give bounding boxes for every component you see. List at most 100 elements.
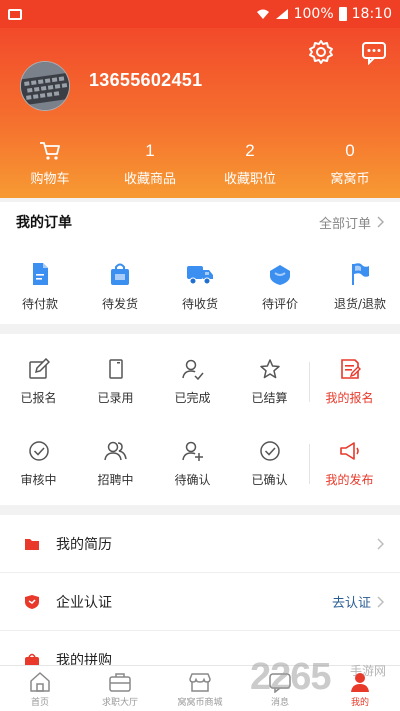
battery-icon (338, 7, 347, 21)
orders-title: 我的订单 (16, 215, 72, 231)
watermark-logo: 2265 (250, 656, 332, 698)
stat-label: 收藏商品 (123, 172, 176, 187)
app-settled[interactable]: 已结算 (231, 340, 308, 422)
chevron-right-icon (377, 216, 384, 228)
edit-icon (28, 358, 50, 379)
tab-label: 首页 (30, 698, 49, 708)
menu-label: 企业认证 (56, 594, 112, 611)
app-to-confirm[interactable]: 待确认 (154, 422, 231, 504)
app-hired[interactable]: 已录用 (77, 340, 154, 422)
menu-resume[interactable]: 我的简历 (0, 515, 400, 573)
battery-percent: 100% (293, 6, 334, 22)
all-orders-label: 全部订单 (318, 216, 371, 232)
chevron-right-icon (377, 596, 384, 607)
divider (309, 444, 310, 484)
app-signed-up[interactable]: 已报名 (0, 340, 77, 422)
order-label: 待评价 (261, 297, 298, 311)
profile-header: 13655602451 购物车 1 收藏商品 2 收藏职位 0 窝窝币 (0, 28, 400, 198)
wifi-icon (256, 9, 269, 19)
megaphone-icon (339, 442, 359, 460)
settings-gear-icon[interactable] (308, 39, 334, 65)
users-icon (103, 441, 127, 461)
watermark-site: 手游网 (350, 664, 387, 678)
image-notification-icon (8, 8, 22, 20)
bottom-tab-bar: 首页 求职大厅 窝窝币商城 消息 我的 (0, 665, 400, 711)
stat-value: 1 (145, 141, 155, 160)
order-pending-review[interactable]: 待评价 (240, 242, 320, 324)
app-under-review[interactable]: 审核中 (0, 422, 77, 504)
status-bar: 100% 18:10 (0, 0, 400, 28)
order-pending-receipt[interactable]: 待收货 (160, 242, 240, 324)
my-signups[interactable]: 我的报名 (311, 340, 388, 422)
clock: 18:10 (351, 6, 392, 22)
menu-label: 我的简历 (56, 536, 112, 553)
shield-icon (25, 594, 39, 609)
shopping-cart-icon (40, 142, 60, 160)
orders-card: 我的订单 全部订单 待付款 待发货 待收货 待评价 退货/退款 (0, 202, 400, 324)
app-confirmed[interactable]: 已确认 (231, 422, 308, 504)
app-label: 已录用 (97, 391, 134, 405)
app-label: 审核中 (20, 473, 57, 487)
avatar[interactable] (20, 61, 70, 111)
document-icon (33, 263, 48, 285)
user-add-icon (181, 441, 203, 461)
tab-label: 我的 (350, 698, 369, 708)
tab-label: 窝窝币商城 (177, 698, 223, 708)
stat-fav-jobs[interactable]: 2 收藏职位 (200, 140, 300, 192)
user-phone[interactable]: 13655602451 (89, 70, 202, 91)
folder-icon (25, 538, 39, 550)
app-label: 招聘中 (97, 473, 134, 487)
order-label: 退货/退款 (333, 297, 387, 311)
tab-coin-mall[interactable]: 窝窝币商城 (160, 666, 240, 711)
stat-coins[interactable]: 0 窝窝币 (300, 140, 400, 192)
stat-fav-goods[interactable]: 1 收藏商品 (100, 140, 200, 192)
message-bubble-icon[interactable] (361, 39, 387, 65)
star-icon (259, 359, 280, 379)
signal-icon (275, 9, 288, 19)
tab-jobs[interactable]: 求职大厅 (80, 666, 160, 711)
go-certify-link[interactable]: 去认证 (332, 592, 371, 611)
stat-value: 2 (245, 141, 255, 160)
app-label: 我的报名 (325, 391, 374, 405)
app-completed[interactable]: 已完成 (154, 340, 231, 422)
chevron-right-icon (377, 538, 384, 549)
app-label: 已确认 (251, 473, 288, 487)
stats-row: 购物车 1 收藏商品 2 收藏职位 0 窝窝币 (0, 140, 400, 192)
user-check-icon (181, 359, 204, 380)
all-orders-link[interactable]: 全部订单 (319, 213, 384, 232)
applications-card: 已报名 已录用 已完成 已结算 我的报名 审核中 招聘中 待确认 已确认 我的发… (0, 334, 400, 505)
divider (309, 362, 310, 402)
app-label: 我的发布 (325, 473, 374, 487)
check-circle-icon (28, 441, 49, 461)
app-label: 待确认 (174, 473, 211, 487)
tab-home[interactable]: 首页 (0, 666, 80, 711)
order-label: 待收货 (181, 297, 218, 311)
menu-company-cert[interactable]: 企业认证 去认证 (0, 573, 400, 631)
order-label: 待付款 (21, 297, 58, 311)
order-label: 待发货 (101, 297, 138, 311)
signup-doc-icon (340, 359, 361, 379)
phone-device-icon (108, 359, 123, 379)
order-refund[interactable]: 退货/退款 (320, 242, 400, 324)
stat-value: 0 (345, 141, 355, 160)
review-shield-icon (270, 265, 290, 285)
stat-label: 收藏职位 (223, 172, 276, 187)
stat-label: 窝窝币 (330, 172, 370, 187)
check-circle-icon (259, 441, 280, 461)
stat-label: 购物车 (30, 172, 70, 187)
home-icon (30, 672, 50, 692)
stat-cart[interactable]: 购物车 (0, 140, 100, 192)
store-icon (189, 673, 211, 692)
keyboard-photo-icon (21, 62, 69, 110)
briefcase-icon (109, 673, 131, 692)
app-recruiting[interactable]: 招聘中 (77, 422, 154, 504)
menu-list: 我的简历 企业认证 去认证 我的拼购 (0, 515, 400, 689)
app-label: 已结算 (251, 391, 288, 405)
shopping-bag-icon (111, 263, 129, 285)
order-pending-payment[interactable]: 待付款 (0, 242, 80, 324)
app-label: 已报名 (20, 391, 57, 405)
tab-label: 求职大厅 (101, 698, 138, 708)
order-pending-shipment[interactable]: 待发货 (80, 242, 160, 324)
app-label: 已完成 (174, 391, 211, 405)
my-posts[interactable]: 我的发布 (311, 422, 388, 504)
